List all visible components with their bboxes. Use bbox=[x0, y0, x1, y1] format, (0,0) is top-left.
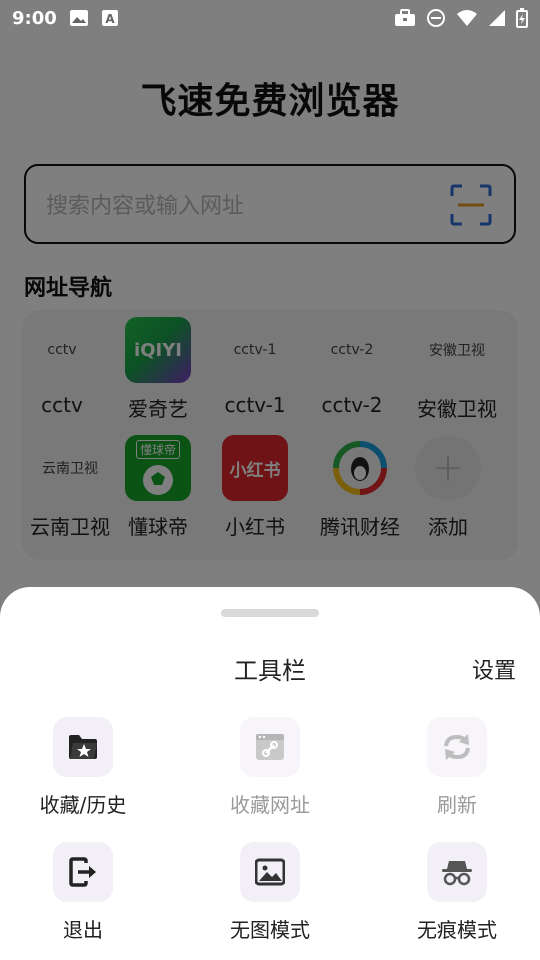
tool-label: 刷新 bbox=[437, 793, 477, 817]
tool-icon-bg bbox=[427, 842, 487, 902]
bookmark-link-icon bbox=[256, 734, 284, 760]
signal-icon bbox=[489, 10, 505, 26]
tool-icon-bg bbox=[53, 842, 113, 902]
tool-label: 无痕模式 bbox=[417, 918, 497, 942]
status-time: 9:00 bbox=[12, 7, 57, 29]
svg-text:A: A bbox=[105, 12, 115, 26]
refresh-button[interactable]: 刷新 bbox=[377, 717, 537, 818]
tool-label: 收藏/历史 bbox=[39, 793, 127, 817]
briefcase-icon bbox=[395, 9, 415, 26]
folder-star-icon bbox=[69, 735, 97, 759]
no-image-mode-button[interactable]: 无图模式 bbox=[190, 842, 350, 943]
toolbar-sheet: 工具栏 设置 收藏/历史 收藏网址 刷新 退出 无图模式 无痕模式 bbox=[0, 587, 540, 960]
battery-icon bbox=[516, 8, 528, 28]
tool-icon-bg bbox=[427, 717, 487, 777]
image-icon bbox=[255, 858, 285, 886]
tool-icon-bg bbox=[53, 717, 113, 777]
tool-label: 无图模式 bbox=[230, 918, 310, 942]
text-notification-icon: A bbox=[101, 10, 118, 26]
tool-icon-bg bbox=[240, 842, 300, 902]
bookmark-url-button[interactable]: 收藏网址 bbox=[190, 717, 350, 818]
do-not-disturb-icon bbox=[427, 9, 445, 27]
status-bar: 9:00 A bbox=[0, 0, 540, 36]
tool-label: 退出 bbox=[63, 918, 103, 942]
wifi-icon bbox=[457, 10, 477, 26]
exit-button[interactable]: 退出 bbox=[3, 842, 163, 943]
exit-icon bbox=[69, 857, 96, 887]
tool-label: 收藏网址 bbox=[230, 793, 310, 817]
tool-icon-bg bbox=[240, 717, 300, 777]
settings-button[interactable]: 设置 bbox=[472, 653, 516, 685]
favorites-history-button[interactable]: 收藏/历史 bbox=[3, 717, 163, 818]
drag-handle[interactable] bbox=[221, 609, 319, 617]
incognito-mode-button[interactable]: 无痕模式 bbox=[377, 842, 537, 943]
refresh-icon bbox=[444, 734, 470, 760]
image-notification-icon bbox=[69, 10, 88, 26]
incognito-icon bbox=[442, 861, 472, 886]
sheet-title: 工具栏 bbox=[234, 657, 306, 685]
